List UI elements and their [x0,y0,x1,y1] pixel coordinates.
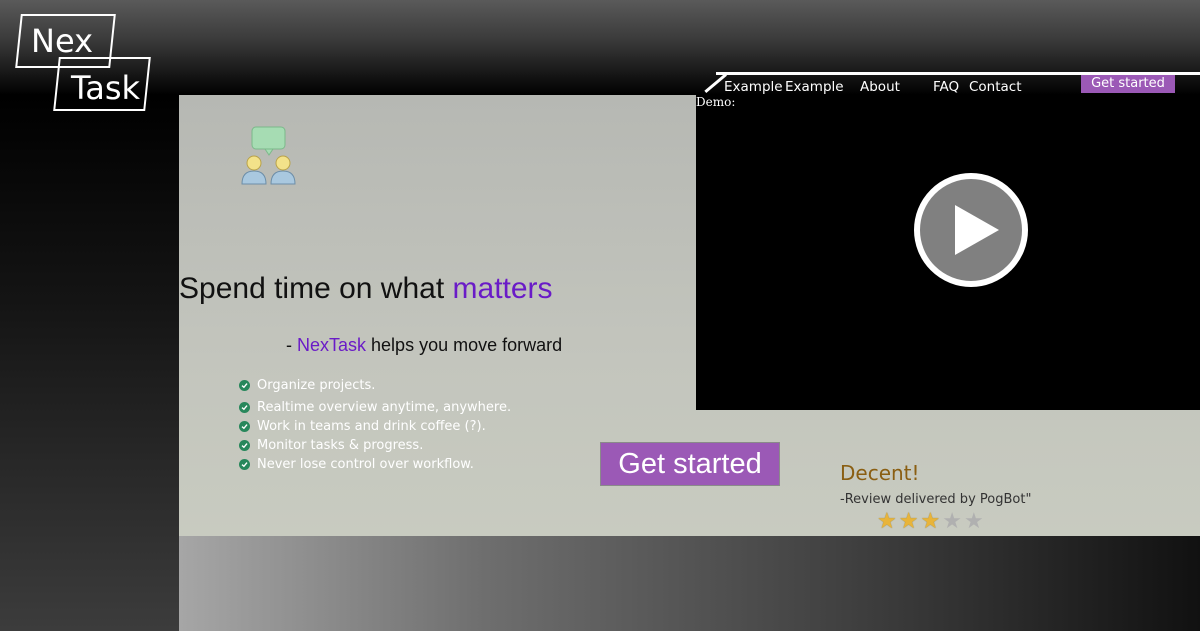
feature-text: Never lose control over workflow. [257,457,474,472]
hero-get-started-button[interactable]: Get started [600,442,780,486]
nav-get-started-button[interactable]: Get started [1081,75,1175,93]
review-title: Decent! [840,461,920,485]
demo-video[interactable]: Demo: [696,95,1200,410]
feature-item: Work in teams and drink coffee (?). [239,417,511,436]
check-circle-icon [239,440,250,451]
feature-text: Monitor tasks & progress. [257,438,424,453]
logo[interactable]: Nex Task [15,14,151,114]
nav-item-example-1[interactable]: Example [724,79,783,95]
feature-list: Organize projects. Realtime overview any… [239,376,511,474]
check-circle-icon [239,402,250,413]
check-circle-icon [239,380,250,391]
hero-subline: - NexTask helps you move forward [286,335,562,356]
star-icon: ★ [963,508,984,533]
headline-text: Spend time on what [179,272,453,305]
subline-text: helps you move forward [366,335,563,355]
feature-item: Realtime overview anytime, anywhere. [239,398,511,417]
check-circle-icon [239,459,250,470]
nav-item-example-2[interactable]: Example [785,79,844,95]
bottom-band [179,536,1200,631]
logo-text-nex: Nex [31,22,93,60]
review-attribution: -Review delivered by PogBot" [840,492,1032,507]
feature-text: Work in teams and drink coffee (?). [257,419,486,434]
nav-item-about[interactable]: About [860,79,900,95]
nav-item-faq[interactable]: FAQ [933,79,959,95]
subline-brand: NexTask [297,335,367,355]
rating-stars: ★ ★ ★ ★ ★ [877,510,984,532]
team-chat-icon [241,126,296,185]
nav-item-contact[interactable]: Contact [969,79,1022,95]
check-circle-icon [239,421,250,432]
star-icon: ★ [920,508,941,533]
feature-item: Never lose control over workflow. [239,455,511,474]
headline-accent: matters [452,272,553,305]
star-icon: ★ [877,508,897,533]
demo-label: Demo: [696,95,736,109]
star-icon: ★ [898,508,919,533]
feature-text: Organize projects. [257,378,376,393]
feature-item: Organize projects. [239,376,511,395]
subline-dash: - [286,335,297,355]
feature-item: Monitor tasks & progress. [239,436,511,455]
feature-text: Realtime overview anytime, anywhere. [257,400,512,415]
play-icon[interactable] [913,172,1029,288]
logo-text-task: Task [71,69,141,107]
hero-headline: Spend time on what matters [179,272,553,306]
star-icon: ★ [942,508,962,533]
